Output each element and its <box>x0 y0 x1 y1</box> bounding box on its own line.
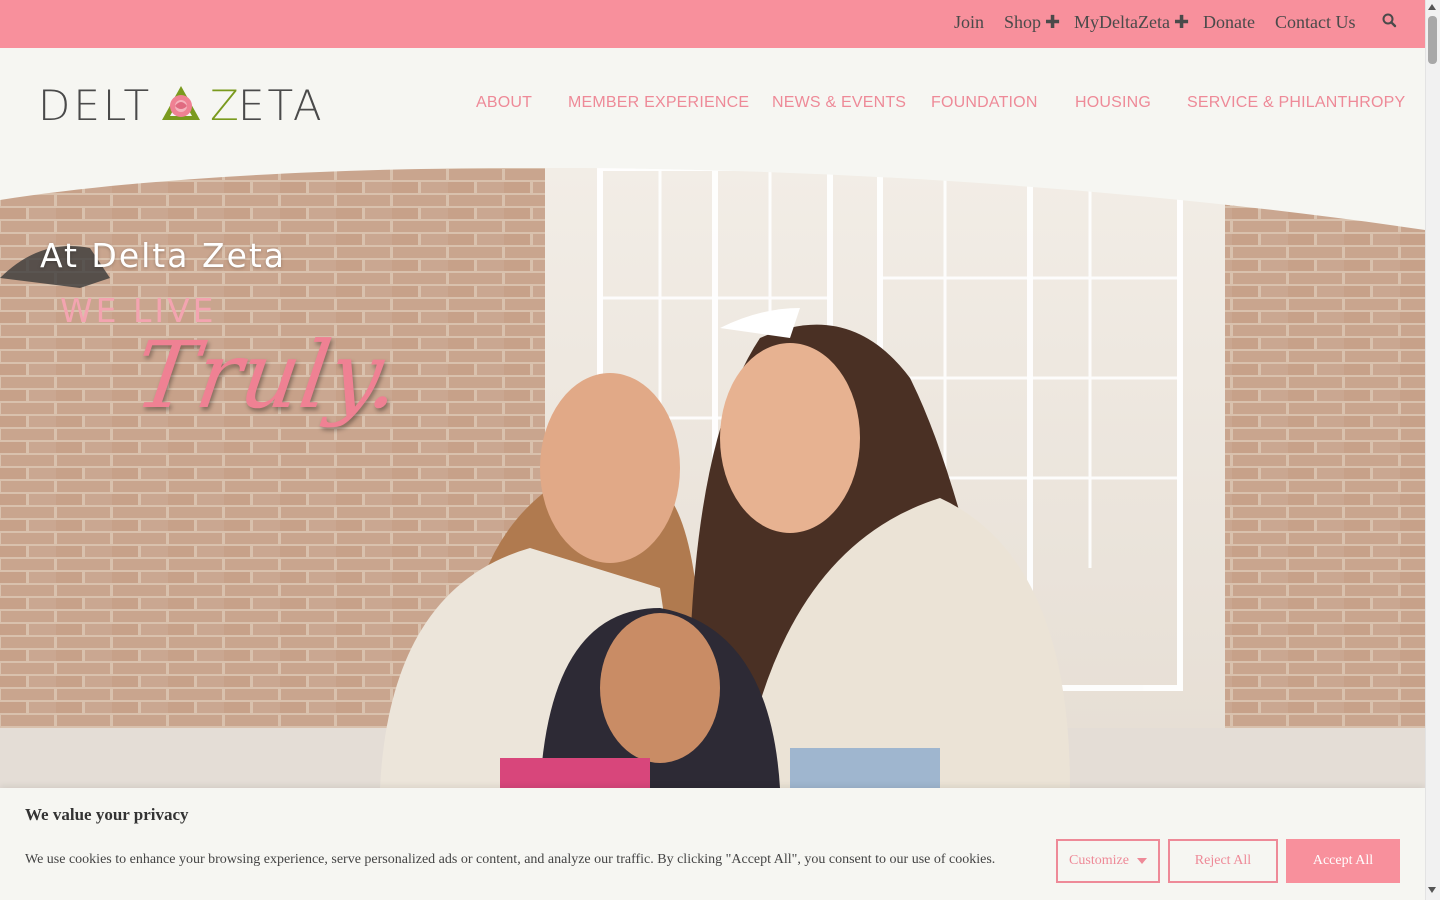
contact-us-link[interactable]: Contact Us <box>1275 12 1356 33</box>
logo-text-left: DELT <box>38 82 152 126</box>
rose-triangle-icon <box>162 86 200 120</box>
cookie-banner: We value your privacy We use cookies to … <box>0 788 1425 900</box>
delta-zeta-logo[interactable]: DELT Z ETA <box>38 82 342 126</box>
donate-link[interactable]: Donate <box>1203 12 1255 33</box>
search-icon[interactable] <box>1381 12 1399 30</box>
utility-bar: Join Shop ✚ MyDeltaZeta ✚ Donate Contact U… <box>0 0 1425 48</box>
scrollbar[interactable] <box>1425 0 1440 900</box>
mydeltazeta-label: MyDeltaZeta <box>1074 12 1170 32</box>
cookie-description: We use cookies to enhance your browsing … <box>25 852 996 867</box>
nav-foundation[interactable]: FOUNDATION <box>931 94 1038 112</box>
join-link[interactable]: Join <box>954 12 984 33</box>
scrollbar-thumb[interactable] <box>1428 16 1437 64</box>
nav-news-events[interactable]: NEWS & EVENTS <box>772 94 906 112</box>
mydeltazeta-menu[interactable]: MyDeltaZeta ✚ <box>1074 12 1189 33</box>
shop-label: Shop <box>1004 12 1042 32</box>
nav-member-experience[interactable]: MEMBER EXPERIENCE <box>568 94 749 112</box>
nav-service-philanthropy[interactable]: SERVICE & PHILANTHROPY <box>1187 94 1405 112</box>
cookie-title: We value your privacy <box>25 805 189 824</box>
shop-menu[interactable]: Shop ✚ <box>1004 12 1060 33</box>
hero-script-text: Truly. <box>128 322 407 429</box>
nav-about[interactable]: ABOUT <box>476 94 532 112</box>
reject-all-button[interactable]: Reject All <box>1168 839 1278 883</box>
scroll-down-arrow-icon[interactable] <box>1428 887 1436 893</box>
nav-housing[interactable]: HOUSING <box>1075 94 1151 112</box>
plus-icon: ✚ <box>1045 12 1061 33</box>
accept-all-button[interactable]: Accept All <box>1286 839 1400 883</box>
customize-button[interactable]: Customize <box>1056 839 1160 883</box>
logo-letter-z: Z <box>210 82 242 126</box>
caret-down-icon <box>1136 858 1147 864</box>
scroll-up-arrow-icon[interactable] <box>1428 4 1436 10</box>
plus-icon: ✚ <box>1173 12 1190 33</box>
customize-label: Customize <box>1069 853 1129 868</box>
logo-text-right: ETA <box>238 82 325 126</box>
hero-heading: At Delta Zeta <box>40 236 287 275</box>
